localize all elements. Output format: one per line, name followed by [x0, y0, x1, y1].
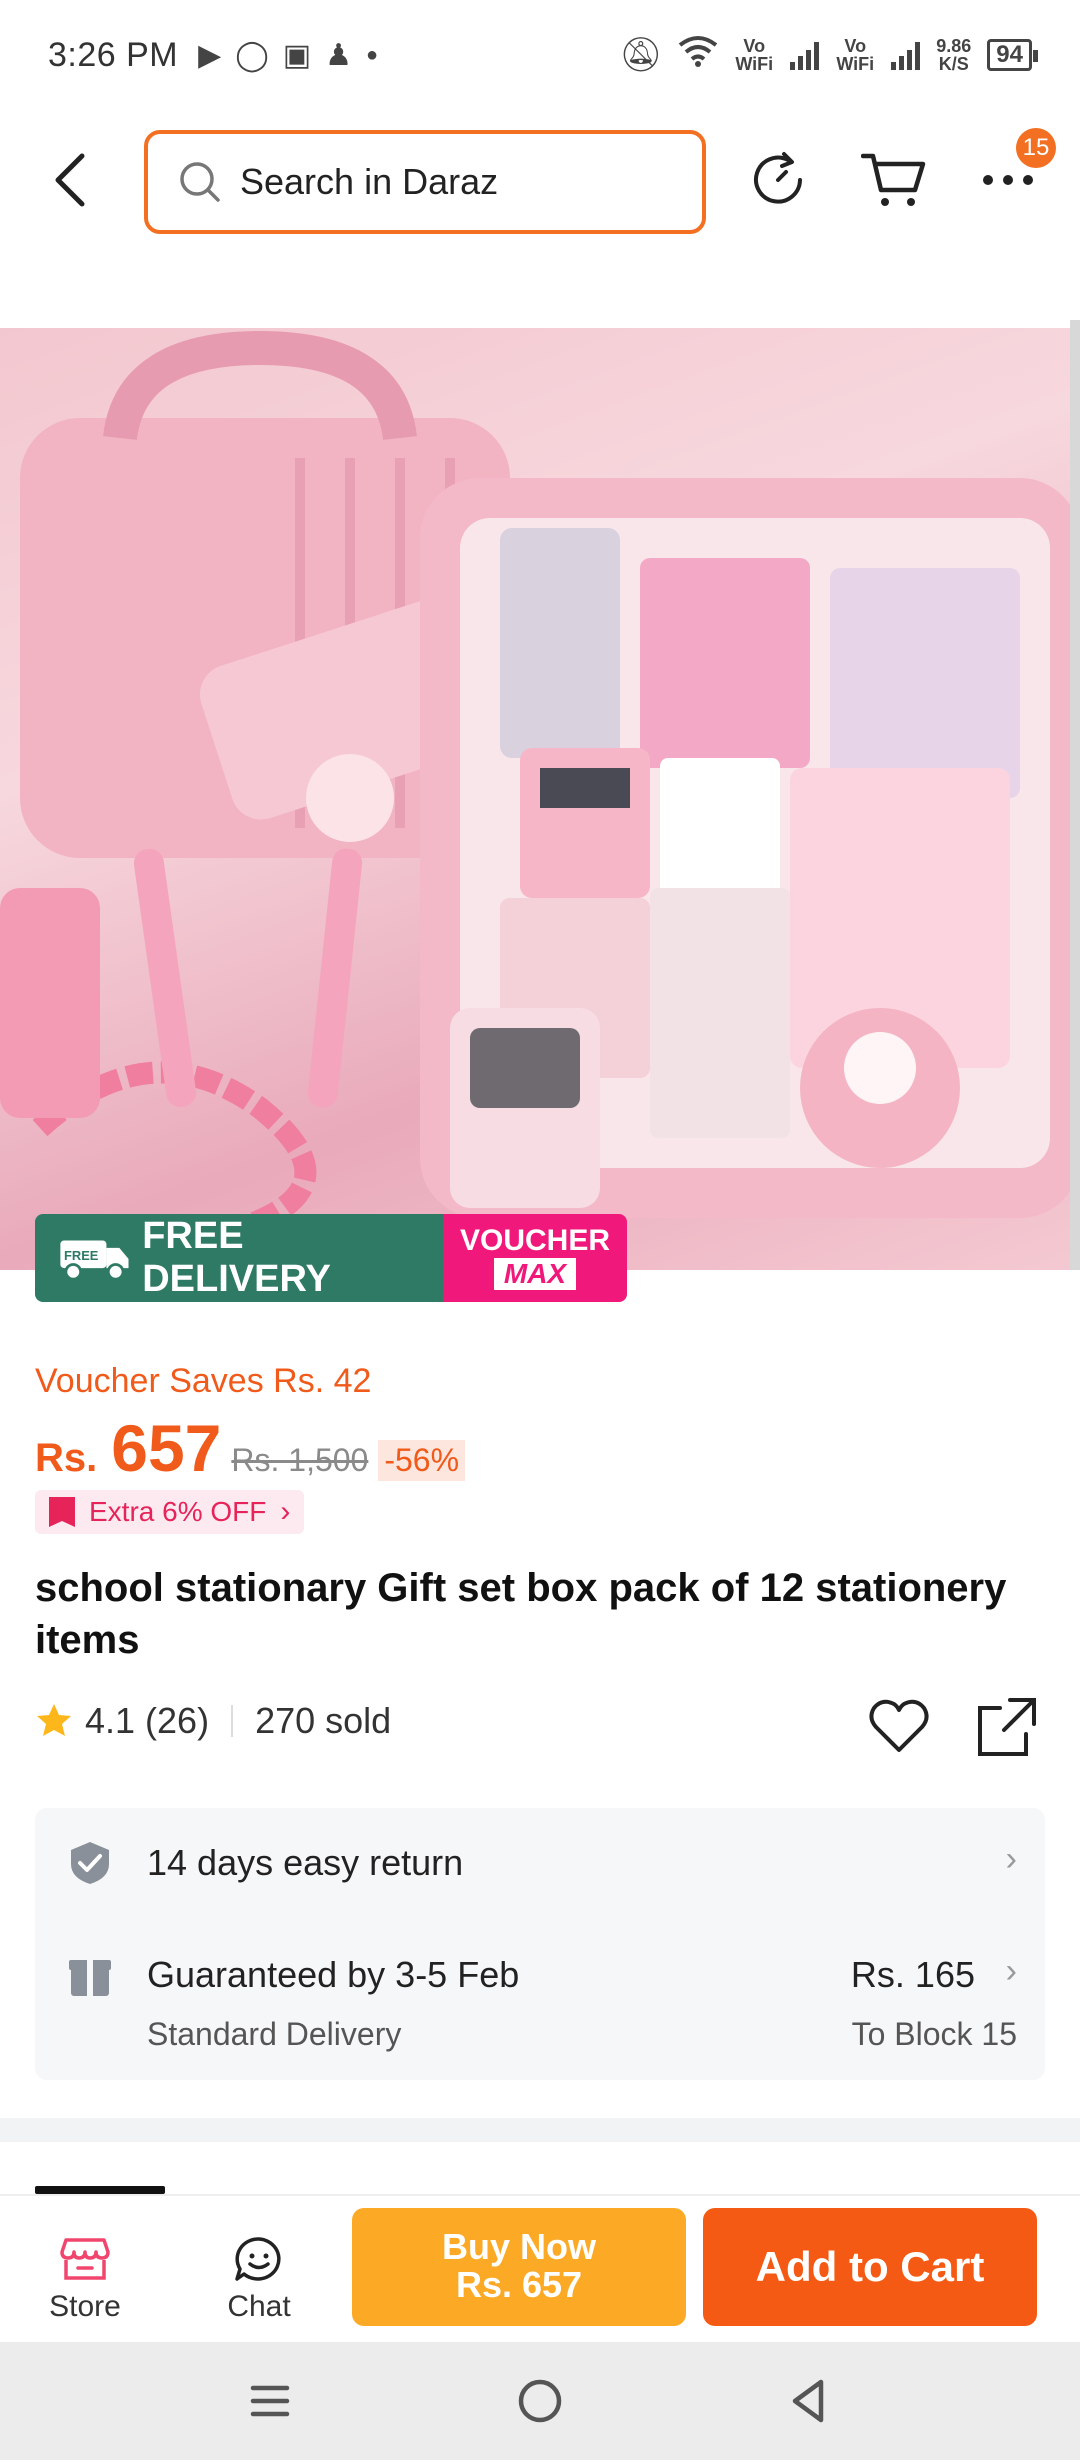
add-to-cart-button[interactable]: Add to Cart: [703, 2208, 1037, 2326]
free-delivery-banner: FREE FREE DELIVERY VOUCHER MAX: [35, 1214, 627, 1302]
vo-wifi-label-1: Vo WiFi: [735, 36, 774, 74]
rating-divider: [231, 1705, 234, 1737]
delivery-location: To Block 15: [851, 2016, 1017, 2052]
product-title: school stationary Gift set box pack of 1…: [35, 1566, 1007, 1662]
more-dots-icon: [983, 175, 1033, 185]
battery-indicator: 94: [987, 39, 1038, 71]
rating-value: 4.1 (26): [85, 1700, 210, 1741]
system-icons: 🔕︎ Vo WiFi Vo WiFi 9.86 K/S 94: [619, 35, 1038, 76]
voucher-max-badge: VOUCHER MAX: [443, 1214, 627, 1302]
chat-button[interactable]: Chat: [204, 2236, 314, 2324]
next-section-heading: [35, 2176, 235, 2194]
bookmark-icon: [49, 1497, 75, 1527]
truck-icon: FREE: [60, 1240, 129, 1281]
more-button[interactable]: 15: [970, 128, 1056, 218]
delivery-fee: Rs. 165: [850, 1954, 975, 1995]
back-nav-icon[interactable]: [785, 2376, 835, 2426]
search-icon: [180, 162, 220, 202]
share-button[interactable]: [974, 1694, 1040, 1760]
whatsapp-icon: ◯: [235, 38, 269, 72]
buy-now-button[interactable]: Buy Now Rs. 657: [352, 2208, 686, 2326]
free-delivery-label: FREE FREE DELIVERY: [35, 1214, 443, 1302]
product-photo: [0, 330, 1080, 1239]
notification-icons: ▶ ◯ ▣ ♟ ●: [198, 38, 378, 73]
star-icon: [37, 1704, 71, 1736]
home-nav-icon[interactable]: [515, 2376, 565, 2426]
voucher-max-label: MAX: [493, 1258, 577, 1290]
voucher-saves-text: Voucher Saves Rs. 42: [35, 1362, 372, 1400]
signal-icon-1: [790, 40, 820, 70]
price-value: 657: [111, 1411, 222, 1485]
wishlist-button[interactable]: [866, 1694, 932, 1760]
services-card: 14 days easy return › Guaranteed by 3-5 …: [35, 1808, 1045, 2080]
delivery-type-text: Standard Delivery: [147, 2016, 402, 2052]
return-policy-text: 14 days easy return: [147, 1842, 464, 1883]
section-divider: [0, 2118, 1080, 2142]
buy-now-price: Rs. 657: [455, 2264, 583, 2305]
buy-now-label: Buy Now: [441, 2226, 596, 2267]
store-icon: [60, 2238, 110, 2280]
shield-check-icon: [71, 1842, 109, 1884]
product-image[interactable]: [0, 328, 1080, 1270]
message-count-badge: 15: [1016, 128, 1056, 168]
original-price: Rs. 1,500: [231, 1442, 369, 1478]
free-delivery-text: FREE DELIVERY: [142, 1215, 331, 1300]
store-button[interactable]: Store: [30, 2236, 140, 2324]
chevron-left-icon: [55, 153, 85, 207]
cart-button[interactable]: [856, 142, 932, 218]
search-input[interactable]: Search in Daraz: [144, 130, 706, 234]
share-icon: [978, 1698, 1036, 1756]
snapchat-icon: ♟: [325, 38, 353, 72]
discount-badge: -56%: [378, 1440, 466, 1481]
chevron-right-icon: ›: [280, 1495, 291, 1528]
store-label: Store: [49, 2290, 121, 2323]
vo-wifi-label-2: Vo WiFi: [836, 36, 875, 74]
back-button[interactable]: [30, 140, 110, 220]
media-icon: ▶: [198, 38, 222, 72]
chat-label: Chat: [227, 2290, 291, 2323]
search-placeholder: Search in Daraz: [240, 161, 499, 202]
free-badge-text: FREE: [64, 1248, 99, 1263]
price-currency: Rs.: [35, 1436, 98, 1480]
chevron-right-icon: ›: [1005, 1840, 1017, 1878]
image-scroll-indicator: [1070, 320, 1080, 1270]
status-bar: 3:26 PM ▶ ◯ ▣ ♟ ● 🔕︎ Vo WiFi Vo WiFi 9.8…: [0, 0, 1080, 110]
chevron-right-icon: ›: [1005, 1952, 1017, 1990]
signal-icon-2: [891, 40, 921, 70]
extra-off-text: Extra 6% OFF: [89, 1496, 267, 1527]
wifi-icon: [678, 35, 718, 76]
heart-icon: [869, 1699, 929, 1752]
chat-icon: [235, 2237, 281, 2281]
network-speed: 9.86 K/S: [936, 37, 971, 73]
voucher-label: VOUCHER: [459, 1224, 610, 1257]
cart-icon: [861, 153, 926, 206]
app-icon: ▣: [282, 38, 312, 72]
delivery-guarantee-text: Guaranteed by 3-5 Feb: [147, 1954, 520, 1995]
mute-icon: 🔕︎: [619, 36, 663, 74]
price-row: Rs. 657 Rs. 1,500 -56%: [35, 1410, 466, 1486]
delivery-row[interactable]: Guaranteed by 3-5 Feb Standard Delivery …: [35, 1918, 1045, 2080]
system-nav-bar: [0, 2342, 1080, 2460]
extra-off-chip[interactable]: Extra 6% OFF ›: [35, 1490, 305, 1534]
status-time: 3:26 PM: [48, 35, 179, 74]
history-button[interactable]: [740, 142, 816, 218]
return-policy-row[interactable]: 14 days easy return ›: [35, 1808, 1045, 1918]
top-header: Search in Daraz 15: [0, 120, 1080, 240]
network-speed-value: 9.86: [936, 36, 972, 56]
dot-icon: ●: [366, 43, 379, 66]
rating-row[interactable]: 4.1 (26) 270 sold: [35, 1700, 391, 1742]
menu-nav-icon[interactable]: [245, 2376, 295, 2426]
sold-count: 270 sold: [255, 1700, 392, 1741]
network-speed-unit: K/S: [938, 54, 969, 74]
history-icon: [754, 152, 802, 204]
gift-box-icon: [69, 1960, 111, 1996]
